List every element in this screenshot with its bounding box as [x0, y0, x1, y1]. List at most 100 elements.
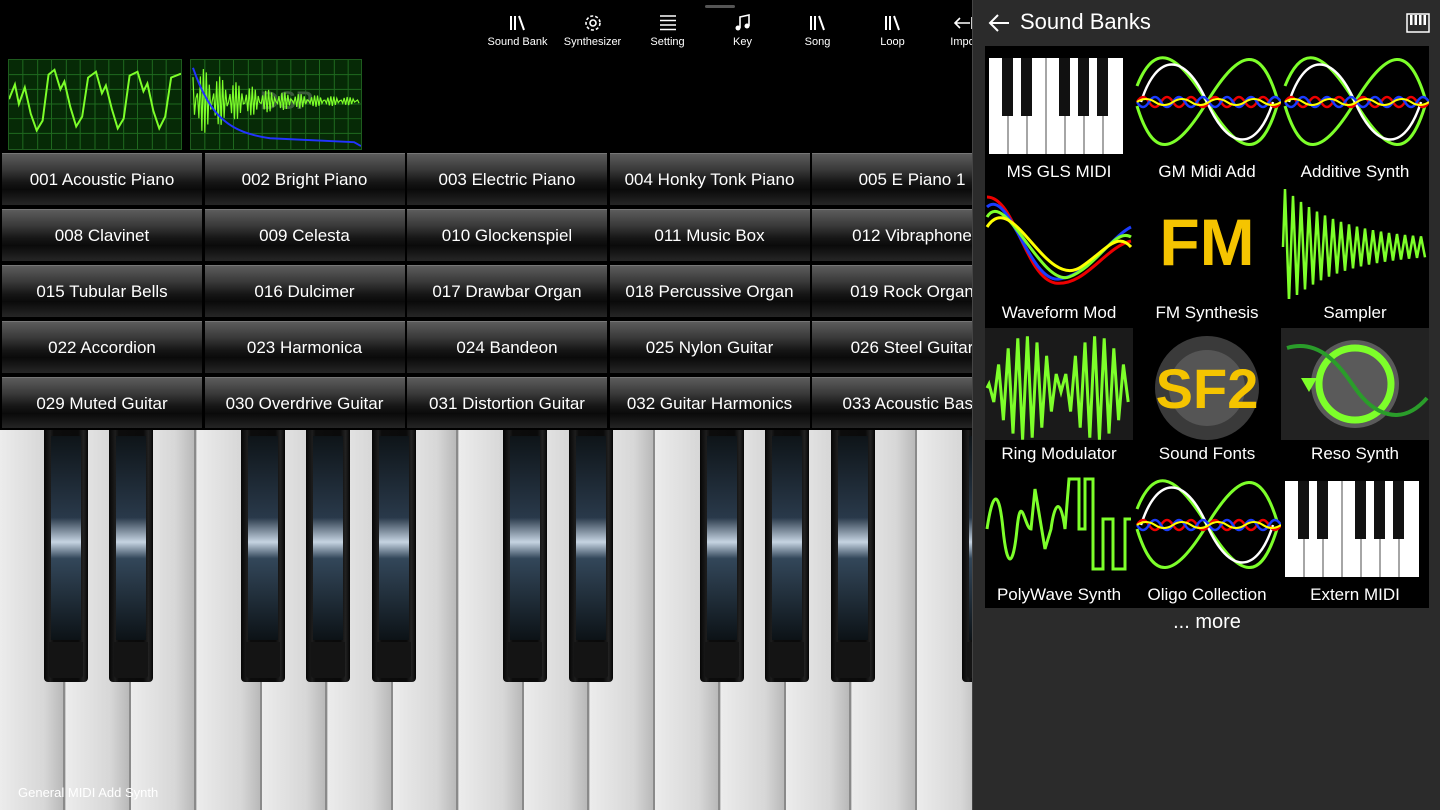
sound-bank-grid: MS GLS MIDI GM Midi Add Additive Synth Wave…: [985, 46, 1429, 608]
instrument-button[interactable]: 033 Acoustic Bass: [812, 377, 972, 428]
instrument-button[interactable]: 017 Drawbar Organ: [407, 265, 607, 317]
instrument-button[interactable]: 031 Distortion Guitar: [407, 377, 607, 428]
instrument-button[interactable]: 032 Guitar Harmonics: [609, 377, 810, 428]
toolbar-sound-bank-button[interactable]: Sound Bank: [480, 10, 555, 54]
black-key[interactable]: [372, 430, 416, 682]
instrument-button[interactable]: 008 Clavinet: [2, 209, 202, 261]
instrument-button[interactable]: 019 Rock Organ: [812, 265, 972, 317]
instrument-grid: 001 Acoustic Piano 002 Bright Piano 003 El…: [2, 153, 972, 428]
black-key[interactable]: [306, 430, 350, 682]
waveform-mod-icon: [985, 195, 1133, 285]
ring-mod-wave-icon: [985, 328, 1133, 440]
additive-waves-icon: [1135, 479, 1281, 569]
library-icon: [884, 15, 900, 31]
reso-circle-icon: [1281, 328, 1429, 440]
sound-bank-tile-polywave-synth[interactable]: PolyWave Synth: [985, 469, 1133, 608]
instrument-button[interactable]: 003 Electric Piano: [407, 153, 607, 205]
instrument-button[interactable]: 012 Vibraphone: [812, 209, 972, 261]
toolbar-button-label: Loop: [880, 36, 905, 48]
key-tip: [311, 642, 345, 678]
black-key[interactable]: [44, 430, 88, 682]
sound-bank-tile-ms-gls-midi[interactable]: MS GLS MIDI: [985, 46, 1133, 185]
sound-bank-tile-sound-fonts[interactable]: SF2 Sound Fonts: [1133, 328, 1281, 467]
sound-bank-label: Reso Synth: [1311, 444, 1399, 463]
instrument-button[interactable]: 025 Nylon Guitar: [609, 321, 810, 373]
sound-bank-tile-additive-synth[interactable]: Additive Synth: [1281, 46, 1429, 185]
list-icon: [659, 15, 676, 31]
keyboard-icon[interactable]: [1406, 12, 1430, 34]
sound-bank-label: Oligo Collection: [1147, 585, 1267, 604]
panel-header: Sound Banks: [973, 0, 1440, 46]
instrument-button[interactable]: 005 E Piano 1: [812, 153, 972, 205]
toolbar-grip[interactable]: [705, 5, 735, 8]
additive-waves-icon: [1135, 56, 1281, 146]
key-reflection: [510, 436, 540, 640]
black-key[interactable]: [700, 430, 744, 682]
key-tip: [770, 642, 804, 678]
svg-text:SF2: SF2: [1156, 357, 1259, 420]
instrument-button[interactable]: 010 Glockenspiel: [407, 209, 607, 261]
top-toolbar: Sound Bank Synthesizer Setting Key Song Loop I…: [0, 0, 975, 57]
sound-bank-label: Sampler: [1323, 303, 1387, 322]
sound-bank-label: GM Midi Add: [1158, 162, 1256, 181]
sound-bank-tile-gm-midi-add[interactable]: GM Midi Add: [1133, 46, 1281, 185]
instrument-button[interactable]: 018 Percussive Organ: [609, 265, 810, 317]
toolbar-button-label: Song: [804, 36, 831, 48]
black-key[interactable]: [962, 430, 972, 682]
key-reflection: [838, 436, 868, 640]
instrument-button[interactable]: 029 Muted Guitar: [2, 377, 202, 428]
key-reflection: [772, 436, 802, 640]
sound-bank-tile-fm-synthesis[interactable]: FM FM Synthesis: [1133, 187, 1281, 326]
key-tip: [377, 642, 411, 678]
key-tip: [705, 642, 739, 678]
back-arrow-icon[interactable]: [987, 12, 1011, 34]
instrument-button[interactable]: 023 Harmonica: [204, 321, 405, 373]
black-key[interactable]: [109, 430, 153, 682]
sound-bank-tile-extern-midi[interactable]: Extern MIDI: [1281, 469, 1429, 608]
black-key[interactable]: [765, 430, 809, 682]
piano-keys-icon: [989, 58, 1123, 154]
instrument-button[interactable]: 024 Bandeon: [407, 321, 607, 373]
toolbar-key-button[interactable]: Key: [705, 10, 780, 54]
toolbar-button-label: Synthesizer: [563, 36, 622, 48]
sound-bank-tile-ring-modulator[interactable]: Ring Modulator: [985, 328, 1133, 467]
sf2-text-icon: SF2: [1155, 336, 1259, 440]
sound-bank-label: Additive Synth: [1300, 162, 1410, 181]
sound-bank-label: Ring Modulator: [1001, 444, 1117, 463]
instrument-button[interactable]: 009 Celesta: [204, 209, 405, 261]
library-icon: [509, 15, 525, 31]
sound-bank-tile-sampler[interactable]: Sampler: [1281, 187, 1429, 326]
envelope-scope: DSP: [190, 59, 362, 150]
key-tip: [836, 642, 870, 678]
sound-bank-tile-oligo-collection[interactable]: Oligo Collection: [1133, 469, 1281, 608]
black-key[interactable]: [241, 430, 285, 682]
instrument-button[interactable]: 016 Dulcimer: [204, 265, 405, 317]
sound-bank-label: PolyWave Synth: [996, 585, 1122, 604]
instrument-button[interactable]: 030 Overdrive Guitar: [204, 377, 405, 428]
instrument-button[interactable]: 015 Tubular Bells: [2, 265, 202, 317]
black-key[interactable]: [569, 430, 613, 682]
import-arrow-icon: [953, 17, 973, 29]
black-key[interactable]: [831, 430, 875, 682]
music-note-icon: [735, 14, 750, 31]
instrument-button[interactable]: 001 Acoustic Piano: [2, 153, 202, 205]
instrument-button[interactable]: 011 Music Box: [609, 209, 810, 261]
more-link[interactable]: ... more: [973, 611, 1440, 634]
sound-bank-tile-reso-synth[interactable]: Reso Synth: [1281, 328, 1429, 467]
sampler-wave-icon: [1281, 188, 1427, 299]
instrument-button[interactable]: 004 Honky Tonk Piano: [609, 153, 810, 205]
sound-bank-tile-waveform-mod[interactable]: Waveform Mod: [985, 187, 1133, 326]
toolbar-setting-button[interactable]: Setting: [630, 10, 705, 54]
black-key[interactable]: [503, 430, 547, 682]
instrument-button[interactable]: 002 Bright Piano: [204, 153, 405, 205]
toolbar-song-button[interactable]: Song: [780, 10, 855, 54]
library-icon: [809, 15, 825, 31]
key-tip: [49, 642, 83, 678]
instrument-button[interactable]: 022 Accordion: [2, 321, 202, 373]
toolbar-synthesizer-button[interactable]: Synthesizer: [555, 10, 630, 54]
waveform-graph: [9, 60, 181, 149]
instrument-button[interactable]: 026 Steel Guitar: [812, 321, 972, 373]
toolbar-loop-button[interactable]: Loop: [855, 10, 930, 54]
envelope-graph: DSP: [191, 60, 361, 149]
key-reflection: [51, 436, 81, 640]
